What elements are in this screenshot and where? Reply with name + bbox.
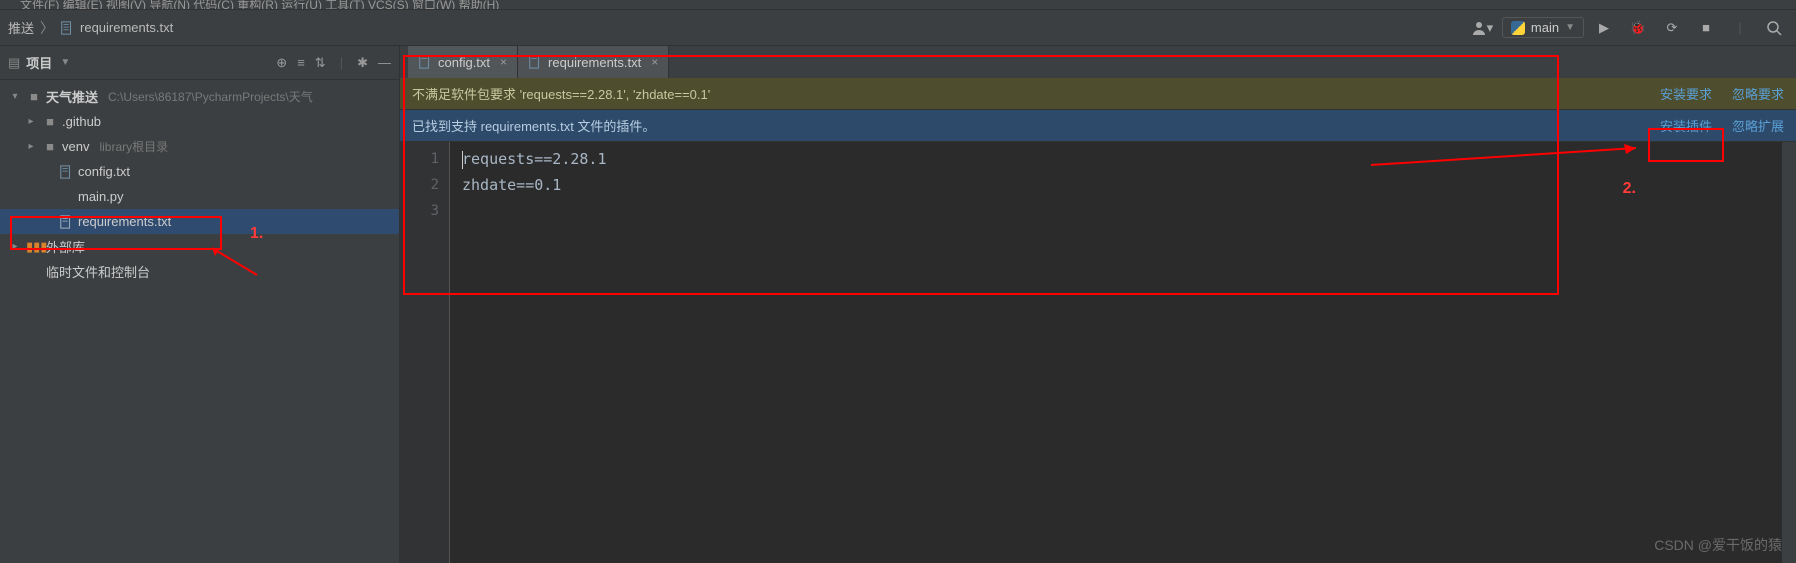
divider: |	[1726, 14, 1754, 42]
tree-root[interactable]: ▾ ■ 天气推送 C:\Users\86187\PycharmProjects\…	[0, 84, 399, 109]
breadcrumb-root[interactable]: 推送	[8, 18, 34, 37]
editor-tabs: config.txt × requirements.txt ×	[400, 46, 1796, 78]
code-line: zhdate==0.1	[462, 176, 561, 194]
run-config-name: main	[1531, 20, 1559, 35]
expand-arrow-icon[interactable]: ▾	[8, 91, 22, 102]
chevron-down-icon[interactable]: ▼	[60, 57, 70, 68]
watermark: CSDN @爱干饭的猿	[1654, 535, 1782, 555]
expand-arrow-icon[interactable]: ▸	[24, 141, 38, 152]
folder-icon: ■	[26, 89, 42, 104]
file-icon	[60, 20, 74, 36]
install-plugin-link[interactable]: 安装插件	[1660, 116, 1712, 135]
run-with-coverage-button[interactable]: ⟳	[1658, 14, 1686, 42]
ignore-requirements-link[interactable]: 忽略要求	[1732, 84, 1784, 103]
ignore-plugin-link[interactable]: 忽略扩展	[1732, 116, 1784, 135]
code-editor[interactable]: 1 2 3 requests==2.28.1 zhdate==0.1	[400, 142, 1796, 563]
tab-label: requirements.txt	[548, 55, 641, 70]
text-file-icon	[58, 164, 74, 180]
menu-items[interactable]: 文件(F) 编辑(E) 视图(V) 导航(N) 代码(C) 重构(R) 运行(U…	[20, 0, 499, 10]
tree-file-requirements[interactable]: requirements.txt	[0, 209, 399, 234]
requirements-banner: 不满足软件包要求 'requests==2.28.1', 'zhdate==0.…	[400, 78, 1796, 110]
python-icon	[1511, 21, 1525, 35]
project-title[interactable]: 项目	[26, 53, 52, 72]
scrollbar[interactable]	[1782, 142, 1796, 563]
project-sidebar: ▤ 项目 ▼ ⊕ ≡ ⇅ | ✱ — ▾ ■ 天气推送 C:\Users\861…	[0, 46, 400, 563]
line-gutter: 1 2 3	[400, 142, 450, 563]
file-label: main.py	[78, 189, 124, 204]
tab-config[interactable]: config.txt ×	[408, 46, 518, 78]
tree-scratches[interactable]: 临时文件和控制台	[0, 259, 399, 284]
settings-icon[interactable]: ✱	[357, 55, 368, 71]
hide-icon[interactable]: —	[378, 55, 391, 71]
chevron-right-icon: 〉	[40, 18, 54, 38]
plugin-banner: 已找到支持 requirements.txt 文件的插件。 安装插件 忽略扩展	[400, 110, 1796, 142]
tab-requirements[interactable]: requirements.txt ×	[518, 46, 669, 78]
tree-folder-venv[interactable]: ▸ ■ venv library根目录	[0, 134, 399, 159]
project-tree[interactable]: ▾ ■ 天气推送 C:\Users\86187\PycharmProjects\…	[0, 80, 399, 563]
code-content[interactable]: requests==2.28.1 zhdate==0.1	[450, 142, 1782, 563]
root-path: C:\Users\86187\PycharmProjects\天气	[108, 88, 313, 105]
code-line: requests==2.28.1	[462, 150, 607, 168]
folder-hint: library根目录	[99, 138, 168, 155]
menu-bar[interactable]: 文件(F) 编辑(E) 视图(V) 导航(N) 代码(C) 重构(R) 运行(U…	[0, 0, 1796, 10]
stop-button[interactable]: ■	[1692, 14, 1720, 42]
close-icon[interactable]: ×	[500, 55, 507, 69]
collapse-all-icon[interactable]: ⇅	[315, 55, 326, 71]
chevron-down-icon: ▼	[1565, 22, 1575, 33]
expand-arrow-icon[interactable]: ▸	[24, 116, 38, 127]
text-file-icon	[58, 214, 74, 230]
expand-arrow-icon[interactable]: ▸	[8, 241, 22, 252]
file-label: requirements.txt	[78, 214, 171, 229]
scratches-label: 临时文件和控制台	[46, 262, 150, 281]
close-icon[interactable]: ×	[651, 55, 658, 69]
user-icon[interactable]: ▾	[1468, 14, 1496, 42]
editor-area: config.txt × requirements.txt × 不满足软件包要求…	[400, 46, 1796, 563]
tree-file-config[interactable]: config.txt	[0, 159, 399, 184]
folder-label: .github	[62, 114, 101, 129]
project-icon: ▤	[8, 55, 20, 71]
debug-button[interactable]: 🐞	[1624, 14, 1652, 42]
banner-text: 不满足软件包要求 'requests==2.28.1', 'zhdate==0.…	[412, 84, 710, 103]
root-name: 天气推送	[46, 87, 98, 106]
tree-file-main[interactable]: main.py	[0, 184, 399, 209]
tree-external-libs[interactable]: ▸ ▮▮▮ 外部库	[0, 234, 399, 259]
library-icon: ▮▮▮	[26, 239, 42, 255]
run-config-selector[interactable]: main ▼	[1502, 17, 1584, 38]
select-opened-file-icon[interactable]: ⊕	[276, 55, 287, 71]
text-file-icon	[528, 55, 542, 69]
line-number: 3	[400, 198, 439, 224]
line-number: 1	[400, 146, 439, 172]
search-everywhere-button[interactable]	[1760, 14, 1788, 42]
divider: |	[340, 55, 343, 71]
banner-text: 已找到支持 requirements.txt 文件的插件。	[412, 116, 655, 135]
project-panel-header: ▤ 项目 ▼ ⊕ ≡ ⇅ | ✱ —	[0, 46, 399, 80]
file-label: config.txt	[78, 164, 130, 179]
line-number: 2	[400, 172, 439, 198]
expand-all-icon[interactable]: ≡	[297, 55, 305, 71]
external-libs-label: 外部库	[46, 237, 85, 256]
tab-label: config.txt	[438, 55, 490, 70]
tree-folder-github[interactable]: ▸ ■ .github	[0, 109, 399, 134]
breadcrumb-bar: 推送 〉 requirements.txt ▾ main ▼ ▶ 🐞 ⟳ ■ |	[0, 10, 1796, 46]
text-file-icon	[418, 55, 432, 69]
install-requirements-link[interactable]: 安装要求	[1660, 84, 1712, 103]
breadcrumb-file[interactable]: requirements.txt	[80, 20, 173, 35]
folder-icon: ■	[42, 139, 58, 154]
folder-icon: ■	[42, 114, 58, 129]
run-button[interactable]: ▶	[1590, 14, 1618, 42]
folder-label: venv	[62, 139, 89, 154]
